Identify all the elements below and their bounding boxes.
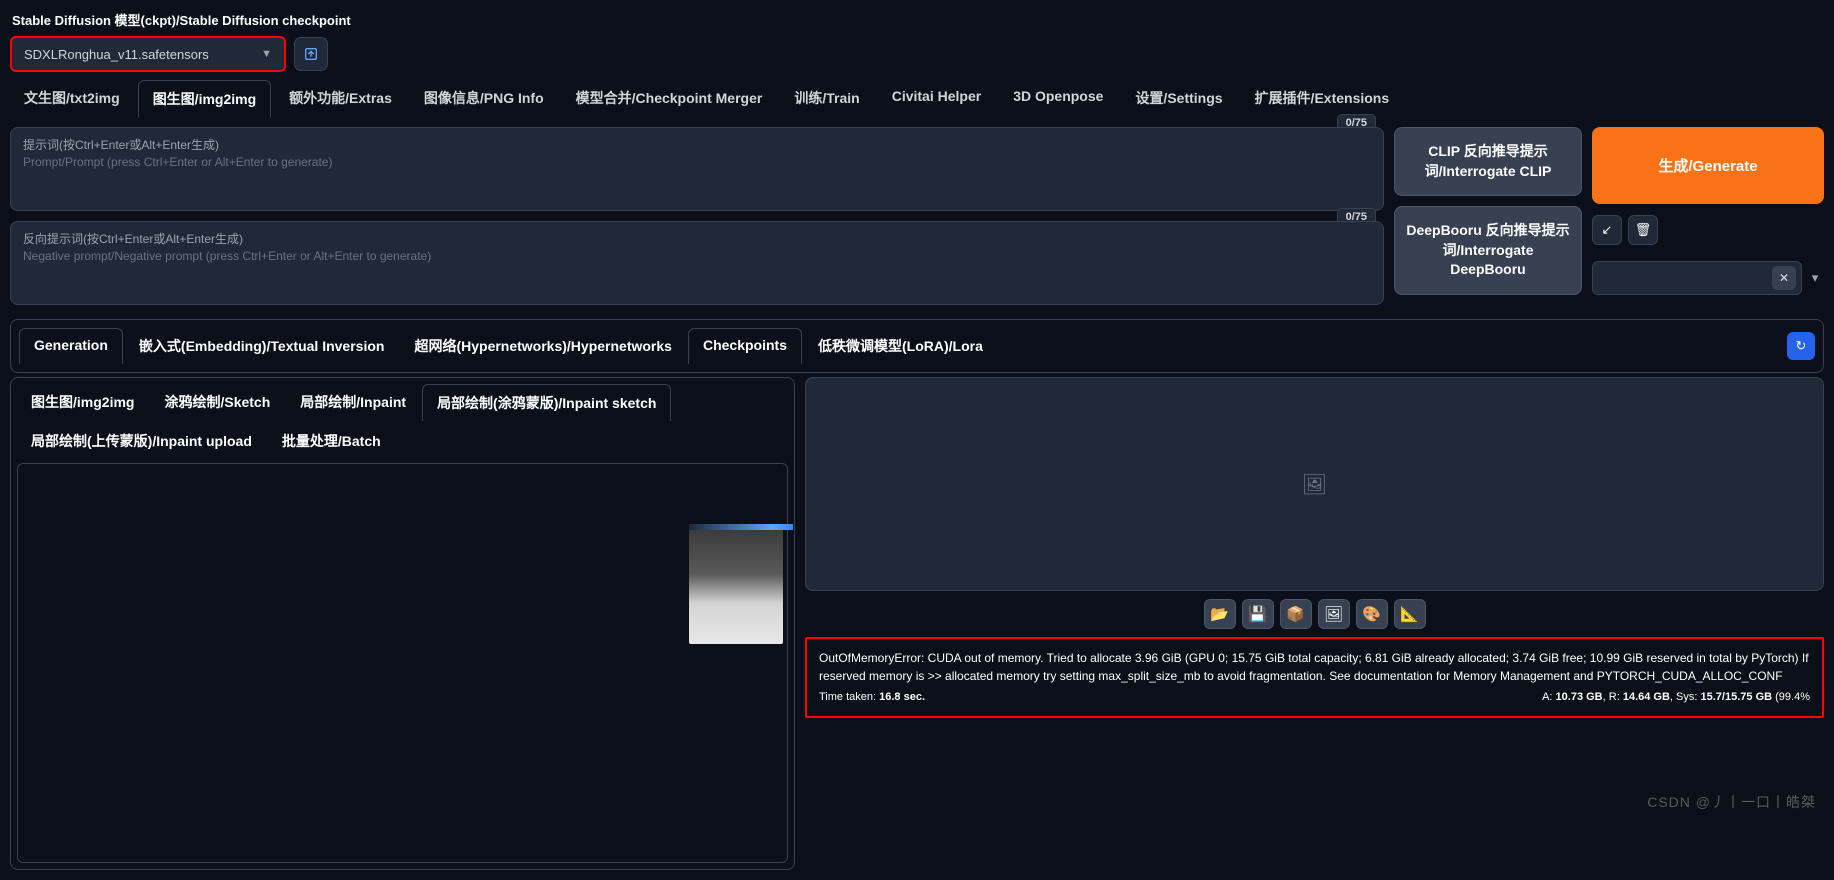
palette-icon[interactable]: 🎨	[1356, 599, 1388, 629]
subtab-checkpoints[interactable]: Checkpoints	[688, 328, 802, 364]
clear-styles-icon[interactable]: ✕	[1772, 266, 1796, 290]
negative-placeholder-en: Negative prompt/Negative prompt (press C…	[23, 249, 1371, 263]
tab-pnginfo[interactable]: 图像信息/PNG Info	[410, 80, 558, 118]
tab-extensions[interactable]: 扩展插件/Extensions	[1241, 80, 1404, 118]
result-toolbar: 📂 💾 📦 🖼 🎨 📐	[805, 599, 1824, 629]
source-image-thumbnail[interactable]	[689, 528, 783, 644]
styles-select[interactable]	[1592, 261, 1802, 295]
imgtab-batch[interactable]: 批量处理/Batch	[268, 423, 395, 459]
checkpoint-value: SDXLRonghua_v11.safetensors	[24, 47, 209, 62]
imgtab-inpaint-sketch[interactable]: 局部绘制(涂鸦蒙版)/Inpaint sketch	[422, 384, 671, 421]
checkpoint-select[interactable]: SDXLRonghua_v11.safetensors ▼	[10, 36, 286, 72]
chevron-down-icon: ▼	[261, 48, 272, 60]
tab-extras[interactable]: 额外功能/Extras	[275, 80, 406, 118]
trash-icon[interactable]: 🗑	[1628, 215, 1658, 245]
time-taken: Time taken: 16.8 sec.	[819, 689, 925, 706]
send-extras-icon[interactable]: 📐	[1394, 599, 1426, 629]
tab-settings[interactable]: 设置/Settings	[1121, 80, 1236, 118]
prompt-input[interactable]: 提示词(按Ctrl+Enter或Alt+Enter生成) Prompt/Prom…	[10, 127, 1384, 211]
imgtab-inpaint-upload[interactable]: 局部绘制(上传蒙版)/Inpaint upload	[17, 423, 266, 459]
styles-caret-icon[interactable]: ▾	[1806, 270, 1824, 286]
error-message-box: OutOfMemoryError: CUDA out of memory. Tr…	[805, 637, 1824, 718]
negative-placeholder-zh: 反向提示词(按Ctrl+Enter或Alt+Enter生成)	[23, 230, 1371, 247]
tab-openpose[interactable]: 3D Openpose	[999, 80, 1117, 118]
result-preview: 🖼	[805, 377, 1824, 591]
tab-img2img[interactable]: 图生图/img2img	[138, 80, 271, 118]
mem-stats: A: 10.73 GB, R: 14.64 GB, Sys: 15.7/15.7…	[1542, 689, 1810, 706]
tab-txt2img[interactable]: 文生图/txt2img	[10, 80, 134, 118]
subtab-embedding[interactable]: 嵌入式(Embedding)/Textual Inversion	[125, 328, 399, 364]
error-text: OutOfMemoryError: CUDA out of memory. Tr…	[819, 649, 1810, 685]
prompt-placeholder-en: Prompt/Prompt (press Ctrl+Enter or Alt+E…	[23, 155, 1371, 169]
subtab-generation[interactable]: Generation	[19, 328, 123, 364]
send-img2img-icon[interactable]: 🖼	[1318, 599, 1350, 629]
subtab-hypernetworks[interactable]: 超网络(Hypernetworks)/Hypernetworks	[400, 328, 686, 364]
imgtab-img2img[interactable]: 图生图/img2img	[17, 384, 148, 421]
main-tabs: 文生图/txt2img 图生图/img2img 额外功能/Extras 图像信息…	[0, 80, 1834, 119]
img2img-mode-tabs: 图生图/img2img 涂鸦绘制/Sketch 局部绘制/Inpaint 局部绘…	[17, 384, 788, 459]
inpaint-canvas[interactable]	[17, 463, 788, 863]
tab-merger[interactable]: 模型合并/Checkpoint Merger	[562, 80, 777, 118]
negative-prompt-input[interactable]: 反向提示词(按Ctrl+Enter或Alt+Enter生成) Negative …	[10, 221, 1384, 305]
imgtab-sketch[interactable]: 涂鸦绘制/Sketch	[150, 384, 284, 421]
tab-train[interactable]: 训练/Train	[780, 80, 873, 118]
save-icon[interactable]: 💾	[1242, 599, 1274, 629]
refresh-checkpoint-button[interactable]	[294, 37, 328, 71]
interrogate-clip-button[interactable]: CLIP 反向推导提示词/Interrogate CLIP	[1394, 127, 1582, 196]
subtab-lora[interactable]: 低秩微调模型(LoRA)/Lora	[804, 328, 997, 364]
folder-icon[interactable]: 📂	[1204, 599, 1236, 629]
tab-civitai[interactable]: Civitai Helper	[878, 80, 995, 118]
paintbrush-icon[interactable]: ↙	[1592, 215, 1622, 245]
checkpoint-label: Stable Diffusion 模型(ckpt)/Stable Diffusi…	[0, 0, 1834, 33]
interrogate-deepbooru-button[interactable]: DeepBooru 反向推导提示词/Interrogate DeepBooru	[1394, 206, 1582, 295]
refresh-networks-button[interactable]: ↻	[1787, 332, 1815, 360]
prompt-placeholder-zh: 提示词(按Ctrl+Enter或Alt+Enter生成)	[23, 136, 1371, 153]
image-placeholder-icon: 🖼	[1302, 472, 1327, 497]
generate-button[interactable]: 生成/Generate	[1592, 127, 1824, 204]
extra-network-tabs: Generation 嵌入式(Embedding)/Textual Invers…	[17, 326, 1817, 366]
zip-icon[interactable]: 📦	[1280, 599, 1312, 629]
imgtab-inpaint[interactable]: 局部绘制/Inpaint	[286, 384, 420, 421]
watermark: CSDN @丿丨一口丨皓桀	[1647, 792, 1816, 812]
